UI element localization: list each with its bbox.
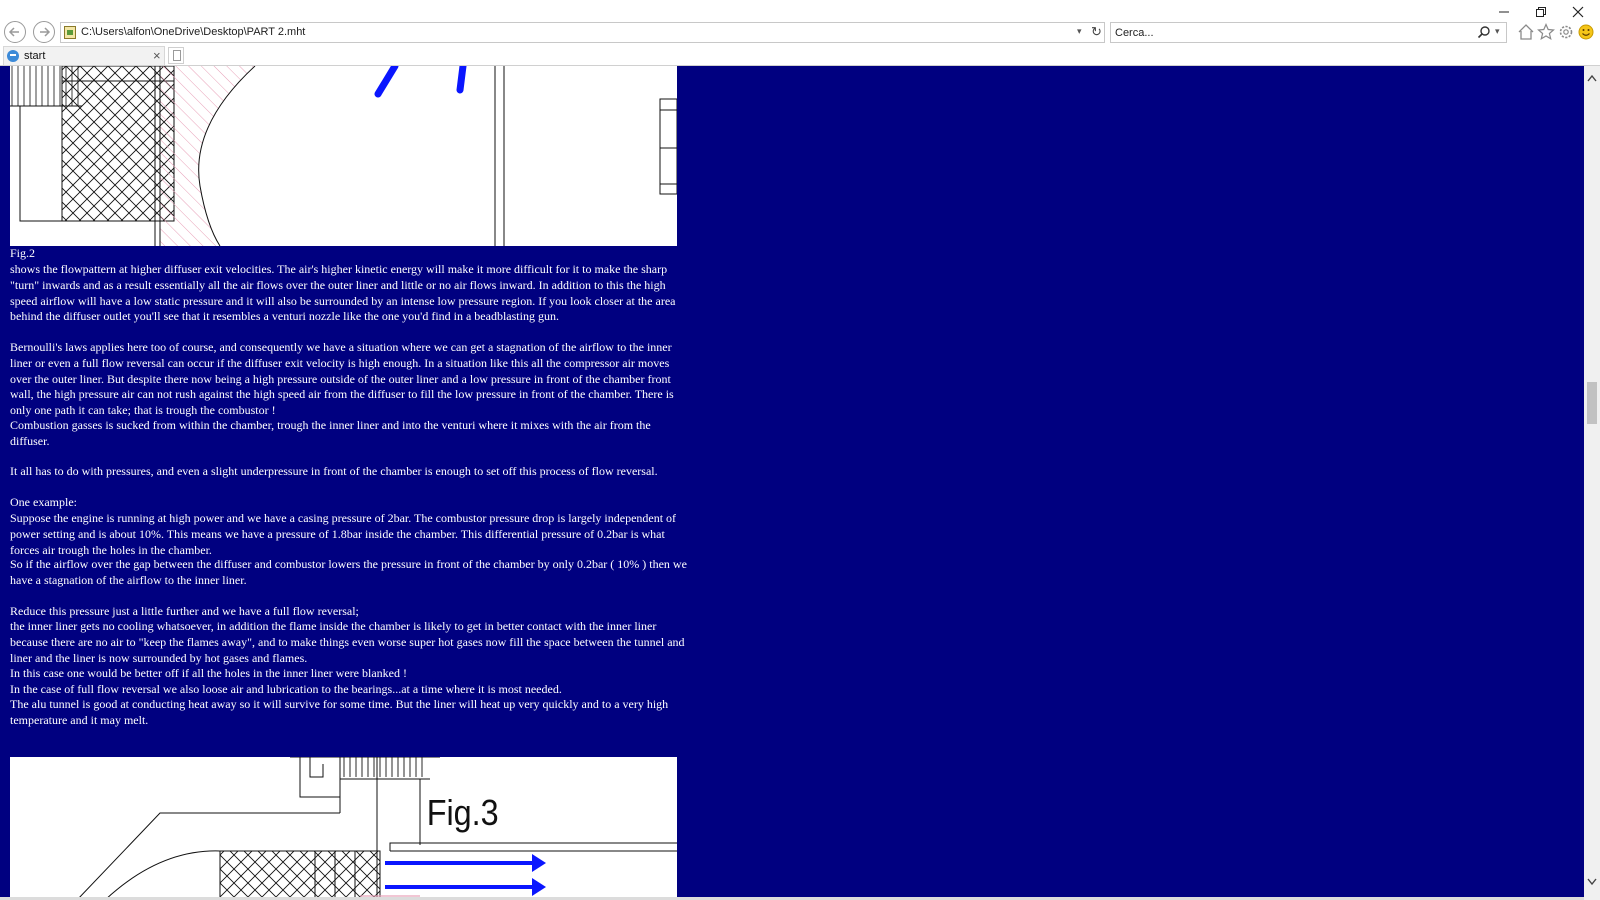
back-button[interactable]: [4, 21, 26, 43]
restore-icon: [1536, 7, 1546, 17]
address-text: C:\Users\alfon\OneDrive\Desktop\PART 2.m…: [81, 26, 306, 38]
scroll-up-arrow-icon[interactable]: [1587, 74, 1597, 82]
bearings-line: In the case of full flow reversal we als…: [10, 682, 562, 696]
page-file-icon: [64, 26, 76, 39]
forward-arrow-icon: [40, 27, 51, 37]
minimize-button[interactable]: [1489, 2, 1519, 20]
bernoulli-paragraph: Bernoulli's laws applies here too of cou…: [10, 340, 677, 418]
fig2-caption: Fig.2: [10, 246, 36, 260]
back-arrow-icon: [8, 27, 19, 37]
reduce-paragraph: Reduce this pressure just a little furth…: [10, 604, 359, 618]
fig2-paragraph: shows the flowpattern at higher diffuser…: [10, 262, 679, 324]
vertical-scrollbar[interactable]: [1584, 66, 1600, 900]
figure-2-image: [10, 66, 677, 246]
search-box[interactable]: ▾: [1110, 22, 1507, 43]
ie-page-icon: [7, 50, 19, 62]
blanked-line: In this case one would be better off if …: [10, 666, 407, 680]
search-dropdown-icon[interactable]: ▾: [1495, 26, 1500, 37]
close-window-button[interactable]: [1563, 2, 1593, 20]
search-icon[interactable]: [1477, 25, 1491, 39]
inner-liner-paragraph: the inner liner gets no cooling whatsoev…: [10, 619, 688, 665]
tab-start[interactable]: start ×: [3, 46, 165, 66]
scroll-down-arrow-icon[interactable]: [1587, 878, 1597, 886]
page-viewport: Fig.2 shows the flowpattern at higher di…: [0, 66, 1584, 900]
new-tab-button[interactable]: [168, 47, 184, 64]
favorites-star-icon[interactable]: [1537, 23, 1555, 41]
browser-chrome: C:\Users\alfon\OneDrive\Desktop\PART 2.m…: [0, 0, 1600, 66]
restore-button[interactable]: [1526, 2, 1556, 20]
figure-3-image: Fig.3: [10, 757, 677, 900]
search-input[interactable]: [1115, 25, 1455, 40]
example-paragraph-1: Suppose the engine is running at high po…: [10, 511, 680, 557]
home-icon[interactable]: [1517, 23, 1535, 41]
address-dropdown-icon[interactable]: ▾: [1077, 26, 1082, 37]
alu-paragraph: The alu tunnel is good at conducting hea…: [10, 697, 672, 727]
fig3-label: Fig.3: [427, 793, 499, 833]
example-heading: One example:: [10, 495, 77, 509]
scrollbar-thumb[interactable]: [1587, 382, 1597, 424]
smiley-feedback-icon[interactable]: [1577, 23, 1595, 41]
pressures-paragraph: It all has to do with pressures, and eve…: [10, 464, 658, 478]
settings-gear-icon[interactable]: [1557, 23, 1575, 41]
forward-button[interactable]: [33, 21, 55, 43]
tab-label: start: [24, 50, 46, 62]
tab-close-icon[interactable]: ×: [153, 48, 161, 63]
address-bar[interactable]: C:\Users\alfon\OneDrive\Desktop\PART 2.m…: [60, 22, 1105, 43]
close-icon: [1572, 6, 1584, 18]
minimize-icon: [1499, 11, 1509, 13]
refresh-icon[interactable]: ↻: [1091, 24, 1102, 40]
combustion-paragraph: Combustion gasses is sucked from within …: [10, 418, 654, 448]
example-paragraph-2: So if the airflow over the gap between t…: [10, 557, 690, 587]
